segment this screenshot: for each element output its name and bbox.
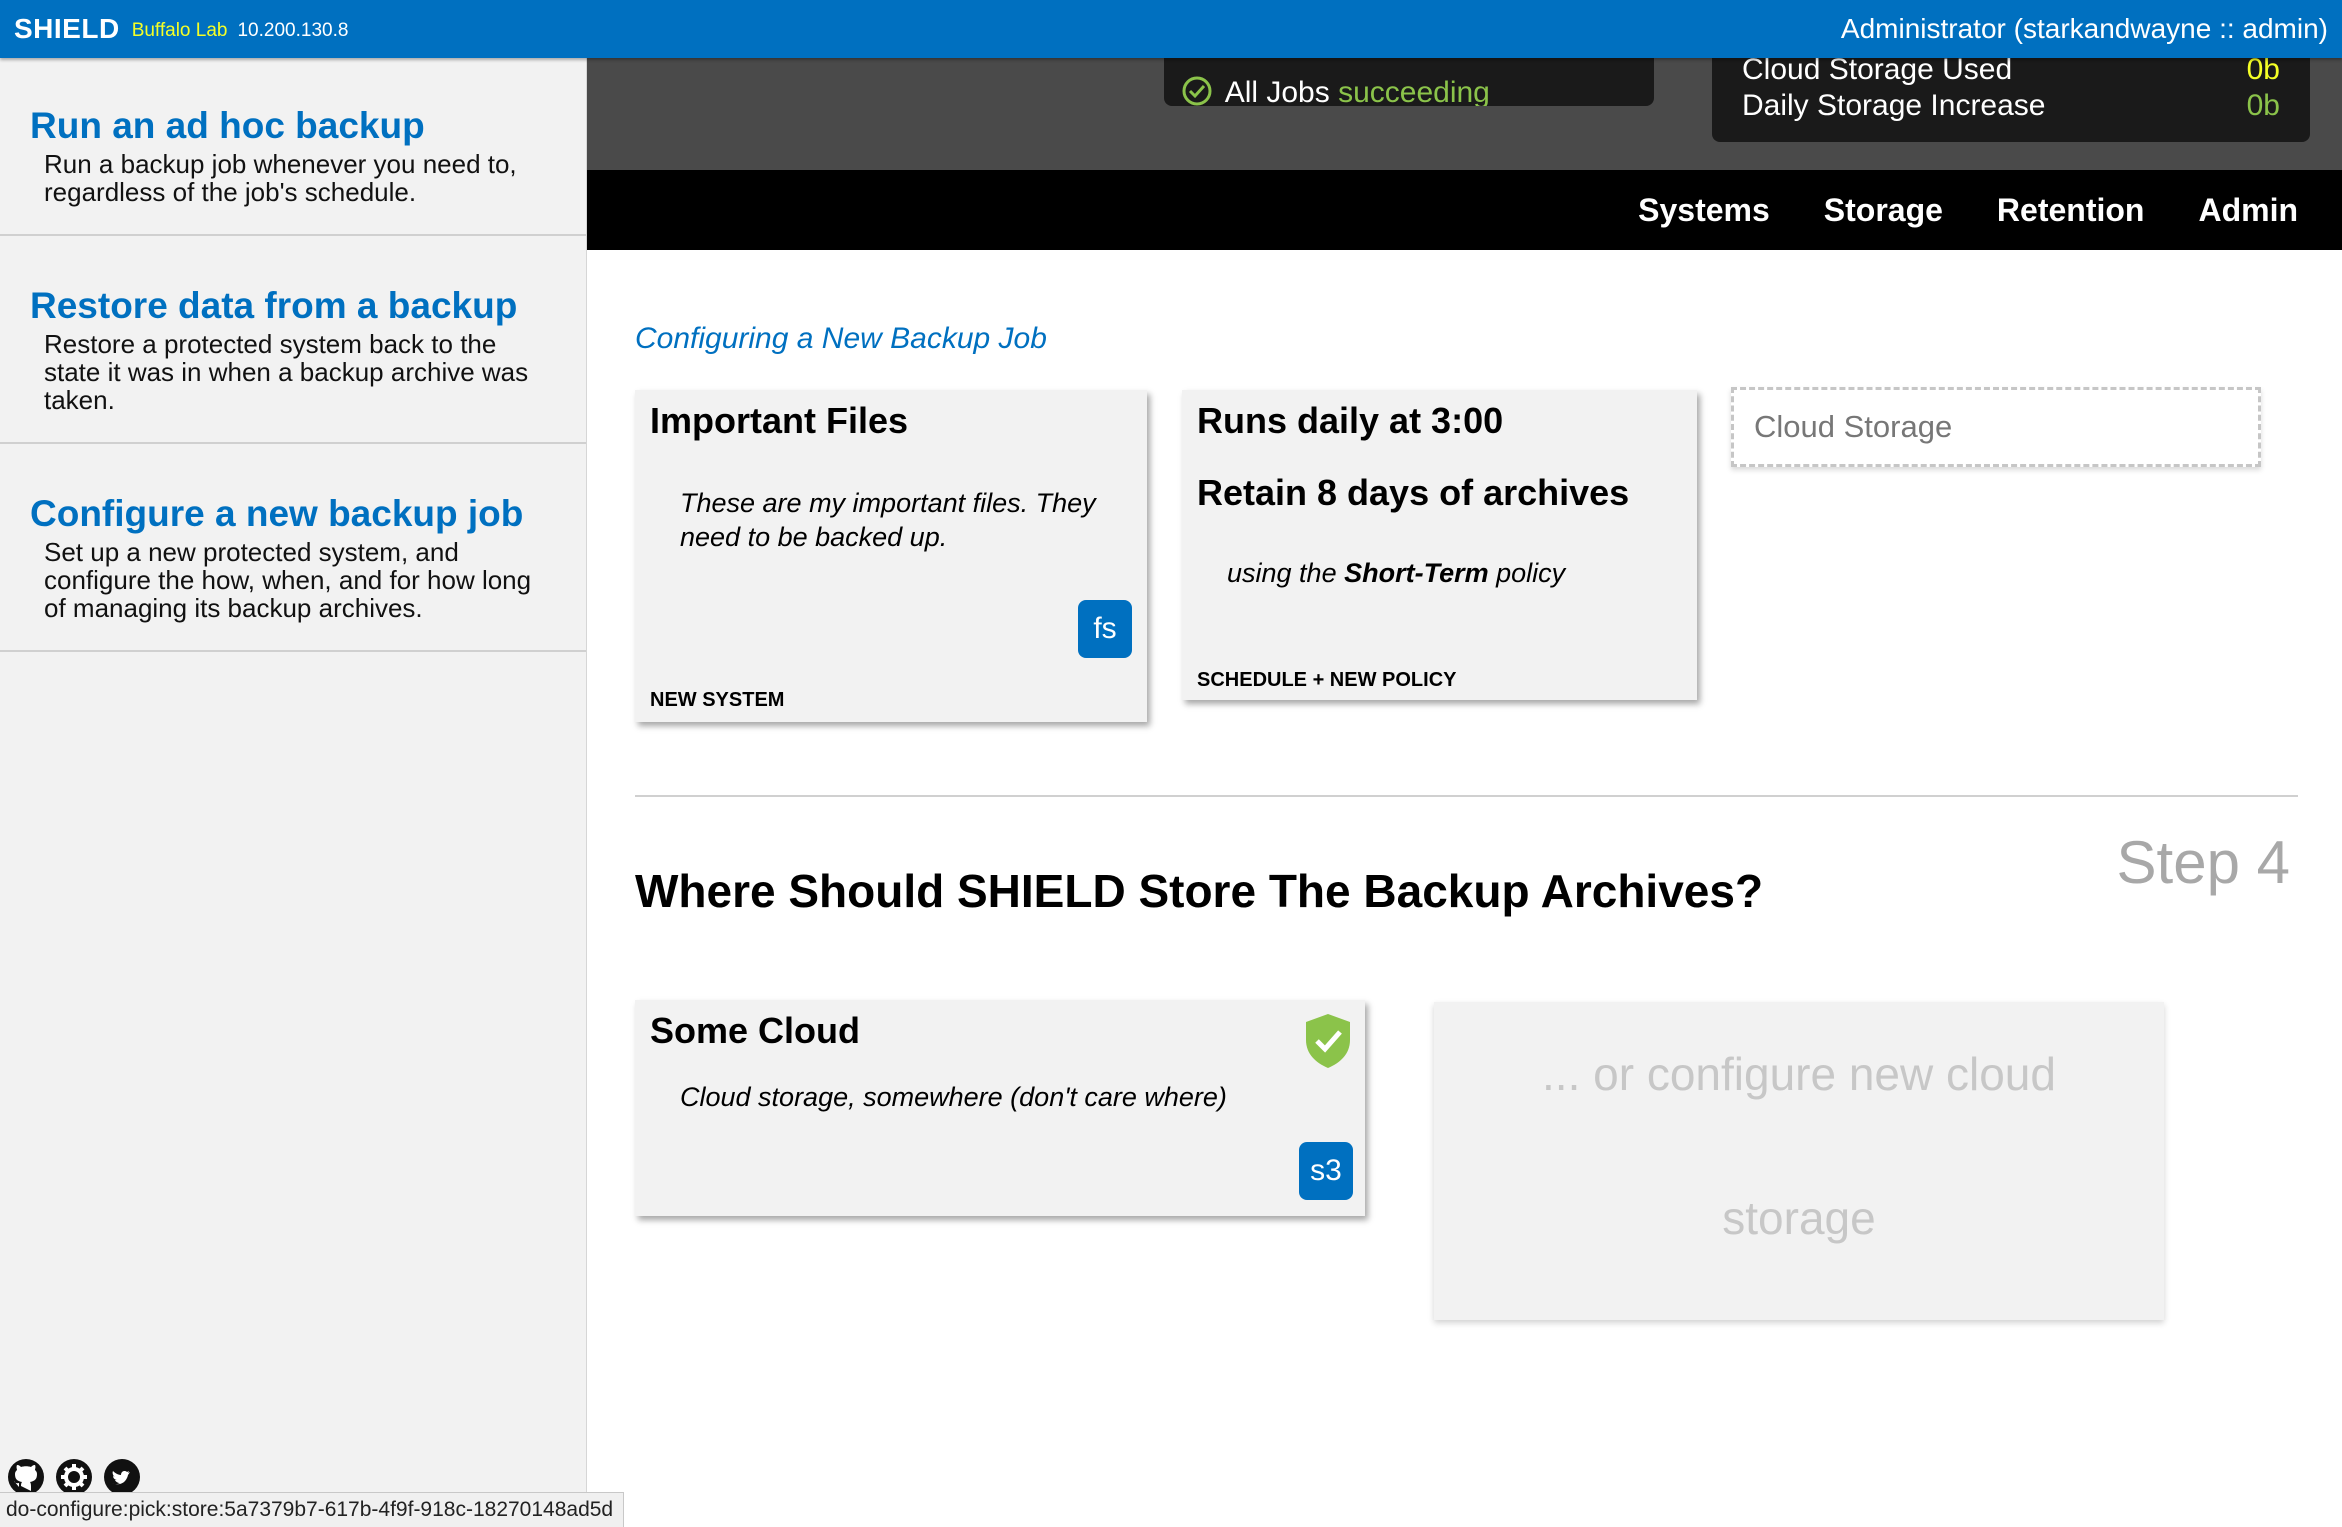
user-menu[interactable]: Administrator (starkandwayne :: admin)	[1841, 0, 2328, 58]
server-ip: 10.200.130.8	[237, 20, 349, 41]
policy-prefix: using the	[1227, 558, 1337, 588]
sidebar-item-configure-job[interactable]: Configure a new backup job Set up a new …	[0, 444, 586, 652]
check-circle-icon	[1182, 76, 1212, 106]
policy-desc: using the Short-Term policy	[1227, 558, 1682, 589]
brand[interactable]: SHIELD Buffalo Lab 10.200.130.8	[14, 0, 348, 58]
main-nav: Systems Storage Retention Admin	[586, 170, 2342, 250]
plugin-badge-s3: s3	[1299, 1142, 1353, 1200]
shield-check-icon	[1306, 1014, 1350, 1068]
schedule-card-caption: SCHEDULE + NEW POLICY	[1197, 669, 1457, 691]
system-card-caption: NEW SYSTEM	[650, 689, 785, 711]
step-indicator: Step 4	[2116, 829, 2290, 896]
system-card-desc: These are my important files. They need …	[680, 488, 1096, 552]
system-card-title: Important Files	[650, 400, 909, 441]
daily-increase-value: 0b	[2246, 89, 2280, 122]
sidebar-item-title: Configure a new backup job	[30, 493, 524, 534]
breadcrumb: Configuring a New Backup Job	[635, 322, 1047, 355]
environment-name: Buffalo Lab	[131, 20, 228, 41]
sidebar-item-title: Run an ad hoc backup	[30, 105, 425, 146]
sidebar-item-desc: Run a backup job whenever you need to, r…	[44, 149, 517, 207]
plugin-badge-fs: fs	[1078, 600, 1132, 658]
sidebar-item-adhoc-backup[interactable]: Run an ad hoc backup Run a backup job wh…	[0, 58, 586, 236]
policy-suffix: policy	[1496, 558, 1566, 588]
step-question: Where Should SHIELD Store The Backup Arc…	[635, 865, 1764, 917]
brand-name: SHIELD	[14, 13, 120, 44]
top-bar: SHIELD Buffalo Lab 10.200.130.8 Administ…	[0, 0, 2342, 58]
nav-admin[interactable]: Admin	[2198, 192, 2298, 229]
sidebar-item-restore[interactable]: Restore data from a backup Restore a pro…	[0, 236, 586, 444]
nav-systems[interactable]: Systems	[1638, 192, 1770, 229]
new-cloud-line2: storage	[1722, 1192, 1876, 1244]
new-cloud-line1: ... or configure new cloud	[1542, 1048, 2056, 1100]
footer-icons	[6, 1457, 142, 1497]
jobs-status-panel: All Jobs succeeding	[1164, 58, 1654, 106]
twitter-icon[interactable]	[102, 1457, 142, 1497]
jobs-status-value: succeeding	[1338, 76, 1490, 106]
gear-icon[interactable]	[54, 1457, 94, 1497]
nav-retention[interactable]: Retention	[1997, 192, 2145, 229]
sidebar-item-desc: Restore a protected system back to the s…	[44, 329, 529, 415]
github-icon[interactable]	[6, 1457, 46, 1497]
store-placeholder: Cloud Storage	[1731, 387, 2261, 467]
divider	[635, 795, 2298, 797]
policy-name: Short-Term	[1344, 558, 1489, 588]
configure-new-cloud-storage[interactable]: ... or configure new cloud storage	[1434, 1002, 2164, 1320]
sidebar: Run an ad hoc backup Run a backup job wh…	[0, 58, 587, 1527]
daily-increase-label: Daily Storage Increase	[1742, 89, 2046, 122]
main-content: Configuring a New Backup Job Important F…	[586, 250, 2342, 1527]
store-card-title: Some Cloud	[650, 1010, 861, 1051]
store-card-some-cloud[interactable]: Some Cloud Cloud storage, somewhere (don…	[635, 1000, 1365, 1216]
sidebar-item-desc: Set up a new protected system, and confi…	[44, 537, 532, 623]
jobs-label: All Jobs	[1224, 76, 1330, 106]
schedule-title: Runs daily at 3:00	[1197, 400, 1504, 441]
jobs-status: All Jobs succeeding	[1182, 76, 1490, 106]
sidebar-item-title: Restore data from a backup	[30, 285, 518, 326]
nav-storage[interactable]: Storage	[1824, 192, 1943, 229]
schedule-card[interactable]: Runs daily at 3:00 Retain 8 days of arch…	[1182, 390, 1697, 700]
status-bar: do-configure:pick:store:5a7379b7-617b-4f…	[0, 1492, 625, 1527]
storage-summary-panel: Cloud Storage Used 0b Daily Storage Incr…	[1712, 53, 2310, 142]
system-card[interactable]: Important Files These are my important f…	[635, 390, 1147, 722]
retention-title: Retain 8 days of archives	[1197, 472, 1630, 513]
dashboard-header: All Jobs succeeding Cloud Storage Used 0…	[586, 53, 2342, 170]
store-card-desc: Cloud storage, somewhere (don't care whe…	[680, 1082, 1227, 1112]
